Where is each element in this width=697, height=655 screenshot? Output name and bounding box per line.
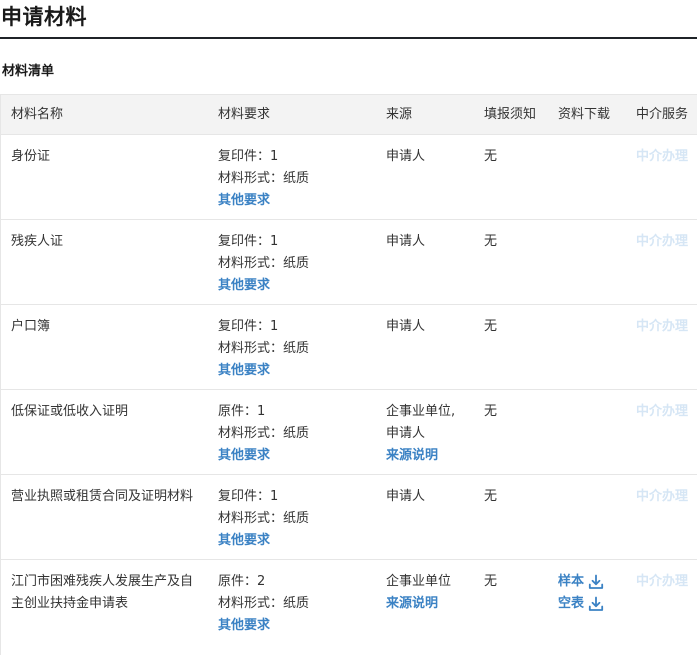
material-requirement: 复印件：1 材料形式：纸质 其他要求 bbox=[218, 316, 368, 382]
agent-service-cell: 中介办理 bbox=[636, 316, 696, 338]
table-row: 低保证或低收入证明 原件：1 材料形式：纸质 其他要求 企事业单位,申请人 来源… bbox=[1, 390, 697, 475]
table-row: 残疾人证 复印件：1 材料形式：纸质 其他要求 申请人 无 中介办理 bbox=[1, 220, 697, 305]
fill-notice: 无 bbox=[484, 234, 498, 249]
material-source: 申请人 bbox=[386, 316, 458, 338]
source-text: 企事业单位 bbox=[386, 574, 452, 589]
material-name: 户口簿 bbox=[11, 319, 51, 334]
form-text: 材料形式：纸质 bbox=[218, 171, 310, 186]
material-requirement: 复印件：1 材料形式：纸质 其他要求 bbox=[218, 231, 368, 297]
material-requirement: 原件：2 材料形式：纸质 其他要求 bbox=[218, 571, 368, 637]
copies-text: 原件：1 bbox=[218, 404, 266, 419]
materials-table: 材料名称 材料要求 来源 填报须知 资料下载 中介服务 身份证 复印件：1 材料… bbox=[0, 94, 697, 655]
download-sample-link[interactable]: 样本 bbox=[558, 571, 630, 593]
material-requirement: 原件：1 材料形式：纸质 其他要求 bbox=[218, 401, 368, 467]
table-row: 营业执照或租赁合同及证明材料 复印件：1 材料形式：纸质 其他要求 申请人 无 … bbox=[1, 475, 697, 560]
source-note-link[interactable]: 来源说明 bbox=[386, 445, 458, 467]
download-icon bbox=[588, 574, 604, 590]
agent-service-cell: 中介办理 bbox=[636, 146, 696, 168]
other-requirements-link[interactable]: 其他要求 bbox=[218, 530, 368, 552]
source-text: 申请人 bbox=[386, 234, 426, 249]
copies-text: 复印件：1 bbox=[218, 234, 279, 249]
copies-text: 复印件：1 bbox=[218, 319, 279, 334]
other-requirements-link[interactable]: 其他要求 bbox=[218, 275, 368, 297]
agent-service-link[interactable]: 中介办理 bbox=[636, 574, 688, 589]
agent-service-cell: 中介办理 bbox=[636, 231, 696, 253]
material-source: 申请人 bbox=[386, 231, 458, 253]
agent-service-link[interactable]: 中介办理 bbox=[636, 404, 688, 419]
source-text: 企事业单位,申请人 bbox=[386, 404, 456, 441]
material-source: 企事业单位,申请人 来源说明 bbox=[386, 401, 458, 467]
other-requirements-link[interactable]: 其他要求 bbox=[218, 190, 368, 212]
copies-text: 原件：2 bbox=[218, 574, 266, 589]
form-text: 材料形式：纸质 bbox=[218, 256, 310, 271]
fill-notice: 无 bbox=[484, 489, 498, 504]
material-source: 申请人 bbox=[386, 486, 458, 508]
copies-text: 复印件：1 bbox=[218, 489, 279, 504]
source-text: 申请人 bbox=[386, 149, 426, 164]
material-source: 申请人 bbox=[386, 146, 458, 168]
agent-service-link[interactable]: 中介办理 bbox=[636, 234, 688, 249]
material-name: 低保证或低收入证明 bbox=[11, 404, 129, 419]
header-agent: 中介服务 bbox=[636, 107, 689, 122]
fill-notice: 无 bbox=[484, 149, 498, 164]
download-blank-label: 空表 bbox=[558, 596, 585, 611]
fill-notice: 无 bbox=[484, 574, 498, 589]
section-title: 材料清单 bbox=[2, 64, 55, 79]
agent-service-link[interactable]: 中介办理 bbox=[636, 149, 688, 164]
download-cell: 样本 空表 bbox=[558, 571, 630, 615]
agent-service-cell: 中介办理 bbox=[636, 571, 696, 593]
agent-service-link[interactable]: 中介办理 bbox=[636, 319, 688, 334]
header-name: 材料名称 bbox=[11, 107, 64, 122]
other-requirements-link[interactable]: 其他要求 bbox=[218, 360, 368, 382]
table-row: 江门市困难残疾人发展生产及自主创业扶持金申请表 原件：2 材料形式：纸质 其他要… bbox=[1, 560, 697, 655]
download-sample-label: 样本 bbox=[558, 574, 585, 589]
header-fill-notice: 填报须知 bbox=[484, 107, 537, 122]
table-row: 户口簿 复印件：1 材料形式：纸质 其他要求 申请人 无 中介办理 bbox=[1, 305, 697, 390]
title-divider bbox=[0, 37, 697, 39]
agent-service-cell: 中介办理 bbox=[636, 401, 696, 423]
material-source: 企事业单位 来源说明 bbox=[386, 571, 458, 615]
download-icon bbox=[588, 596, 604, 612]
page-title: 申请材料 bbox=[1, 5, 87, 29]
fill-notice: 无 bbox=[484, 404, 498, 419]
source-note-link[interactable]: 来源说明 bbox=[386, 593, 458, 615]
download-blank-form-link[interactable]: 空表 bbox=[558, 593, 630, 615]
header-source: 来源 bbox=[386, 107, 413, 122]
header-download: 资料下载 bbox=[558, 107, 611, 122]
material-requirement: 复印件：1 材料形式：纸质 其他要求 bbox=[218, 486, 368, 552]
copies-text: 复印件：1 bbox=[218, 149, 279, 164]
form-text: 材料形式：纸质 bbox=[218, 596, 310, 611]
other-requirements-link[interactable]: 其他要求 bbox=[218, 615, 368, 637]
header-requirement: 材料要求 bbox=[218, 107, 271, 122]
other-requirements-link[interactable]: 其他要求 bbox=[218, 445, 368, 467]
table-header: 材料名称 材料要求 来源 填报须知 资料下载 中介服务 bbox=[1, 95, 697, 135]
agent-service-link[interactable]: 中介办理 bbox=[636, 489, 688, 504]
form-text: 材料形式：纸质 bbox=[218, 511, 310, 526]
form-text: 材料形式：纸质 bbox=[218, 341, 310, 356]
table-row: 身份证 复印件：1 材料形式：纸质 其他要求 申请人 无 中介办理 bbox=[1, 135, 697, 220]
material-requirement: 复印件：1 材料形式：纸质 其他要求 bbox=[218, 146, 368, 212]
source-text: 申请人 bbox=[386, 319, 426, 334]
form-text: 材料形式：纸质 bbox=[218, 426, 310, 441]
agent-service-cell: 中介办理 bbox=[636, 486, 696, 508]
material-name: 残疾人证 bbox=[11, 234, 64, 249]
source-text: 申请人 bbox=[386, 489, 426, 504]
fill-notice: 无 bbox=[484, 319, 498, 334]
material-name: 营业执照或租赁合同及证明材料 bbox=[11, 489, 194, 504]
material-name: 江门市困难残疾人发展生产及自主创业扶持金申请表 bbox=[11, 574, 194, 611]
material-name: 身份证 bbox=[11, 149, 51, 164]
